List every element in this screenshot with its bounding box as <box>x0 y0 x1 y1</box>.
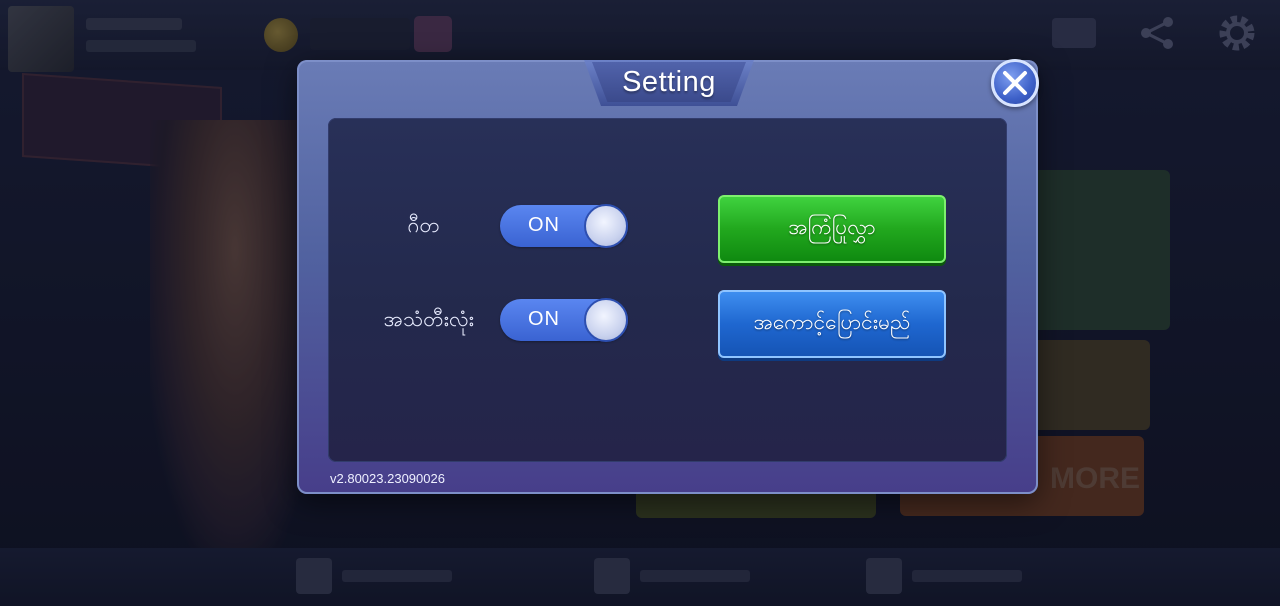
music-toggle-state: ON <box>528 214 560 236</box>
switch-account-button[interactable]: အကောင့်ပြောင်းမည် <box>718 290 946 358</box>
switch-account-button-label: အကောင့်ပြောင်းမည် <box>753 309 911 334</box>
sound-toggle-state: ON <box>528 308 560 330</box>
close-icon <box>1003 71 1027 95</box>
toggle-knob <box>584 298 628 342</box>
title-tab: Setting <box>592 62 746 102</box>
music-toggle[interactable]: ON <box>500 204 628 248</box>
close-button[interactable] <box>991 59 1039 107</box>
feedback-button-label: အကြံပြုလွှာ <box>788 214 876 239</box>
toggle-knob <box>584 204 628 248</box>
sound-toggle[interactable]: ON <box>500 298 628 342</box>
version-text: v2.80023.23090026 <box>330 471 445 486</box>
sound-label: အသံတီးလုံး <box>383 307 474 331</box>
dialog-title: Setting <box>622 65 716 98</box>
feedback-button[interactable]: အကြံပြုလွှာ <box>718 195 946 263</box>
music-label: ဂီတ <box>407 213 440 237</box>
